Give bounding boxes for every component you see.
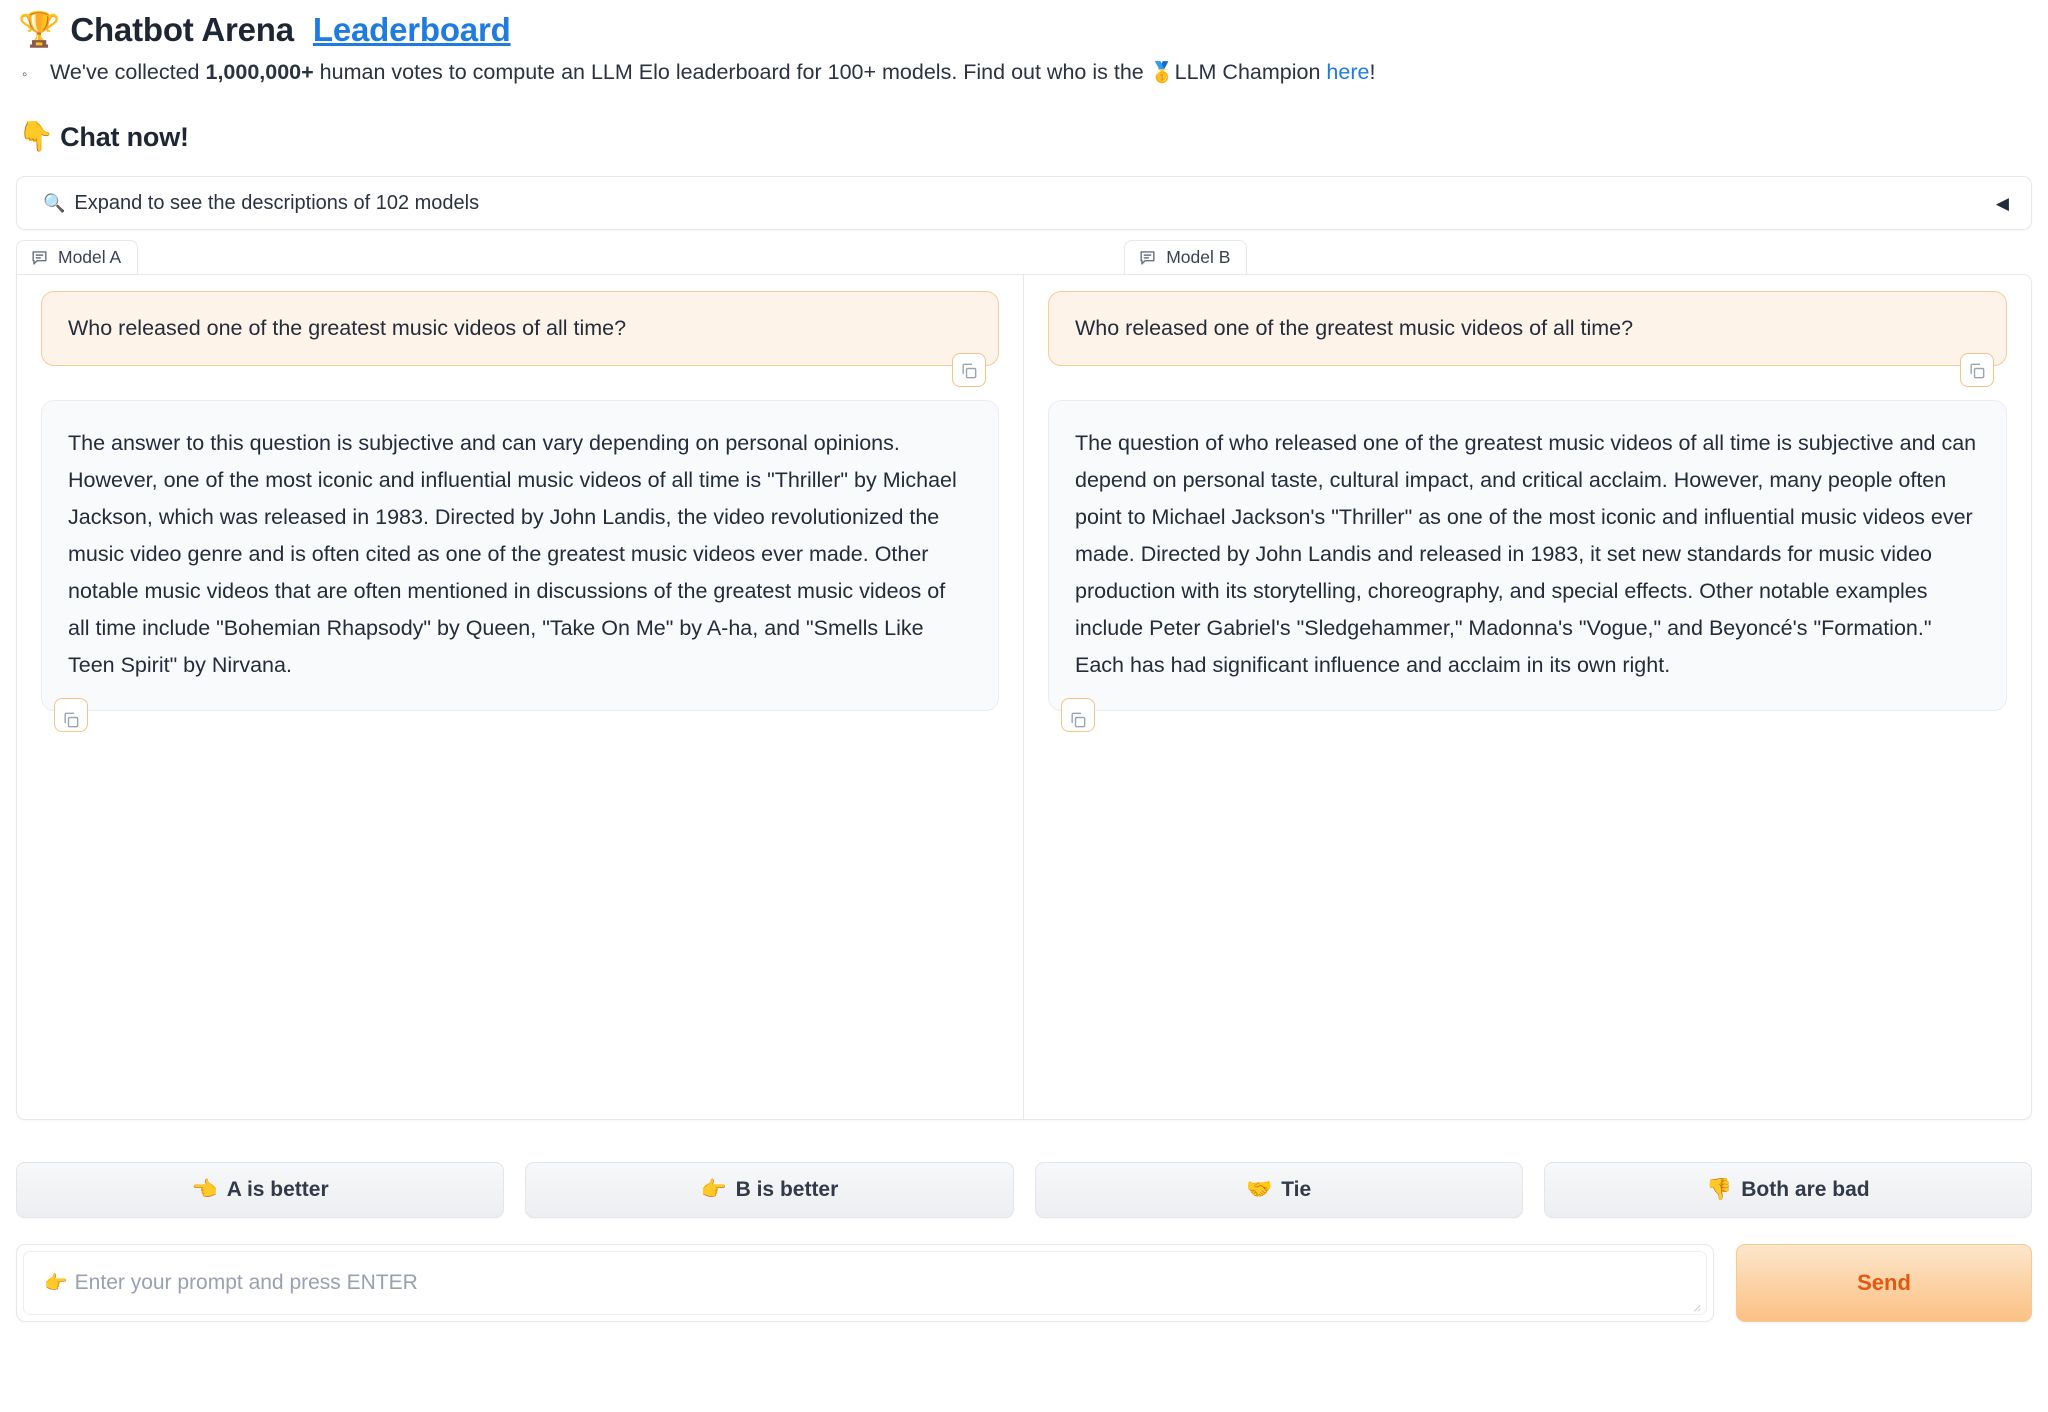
model-b-panel: Who released one of the greatest music v…	[1024, 275, 2031, 1119]
chat-bubble-icon	[30, 248, 49, 267]
prompt-placeholder-text: Enter your prompt and press ENTER	[74, 1271, 418, 1294]
copy-button[interactable]	[1061, 697, 1095, 732]
user-message-a: Who released one of the greatest music v…	[41, 291, 999, 388]
model-descriptions-accordion[interactable]: 🔍 Expand to see the descriptions of 102 …	[16, 176, 2032, 230]
intro-text-middle: human votes to compute an LLM Elo leader…	[313, 60, 1150, 84]
tab-model-a[interactable]: Model A	[16, 240, 139, 274]
search-icon: 🔍	[43, 192, 66, 213]
vote-tie-button[interactable]: 🤝 Tie	[1034, 1162, 1523, 1218]
model-tabs: Model A Model B	[16, 240, 2032, 274]
user-message-a-text: Who released one of the greatest music v…	[68, 316, 627, 340]
vote-both-bad-label: Both are bad	[1741, 1178, 1870, 1201]
handshake-icon: 🤝	[1246, 1178, 1273, 1201]
chat-panels: Who released one of the greatest music v…	[16, 274, 2032, 1120]
vote-tie-label: Tie	[1281, 1178, 1312, 1201]
bullet-marker-icon: ◦	[22, 66, 28, 83]
chevron-left-icon[interactable]: ◀	[1996, 195, 2009, 212]
user-message-b: Who released one of the greatest music v…	[1048, 291, 2007, 388]
intro-text-champion: LLM Champion	[1174, 60, 1327, 84]
point-down-icon: 👇	[18, 121, 55, 153]
vote-a-is-better-label: A is better	[226, 1178, 329, 1201]
chat-bubble-icon	[1138, 248, 1157, 267]
prompt-placeholder: 👉 Enter your prompt and press ENTER	[44, 1271, 418, 1295]
bot-message-a-text: The answer to this question is subjectiv…	[68, 431, 957, 677]
medal-icon: 🥇	[1149, 62, 1175, 84]
copy-icon	[1068, 705, 1088, 728]
prompt-row: 👉 Enter your prompt and press ENTER Send	[16, 1244, 2032, 1322]
thumbs-down-icon: 👎	[1706, 1178, 1733, 1201]
vote-b-is-better-button[interactable]: 👉 B is better	[525, 1162, 1014, 1218]
prompt-box[interactable]: 👉 Enter your prompt and press ENTER	[16, 1244, 1714, 1322]
point-left-icon: 👈	[191, 1178, 218, 1201]
here-link[interactable]: here	[1326, 60, 1369, 84]
intro-text: We've collected 1,000,000+ human votes t…	[50, 60, 1375, 86]
point-right-icon: 👉	[700, 1178, 727, 1201]
model-a-panel: Who released one of the greatest music v…	[17, 275, 1024, 1119]
bot-message-b: The question of who released one of the …	[1048, 400, 2007, 732]
vote-b-is-better-label: B is better	[735, 1178, 839, 1201]
point-right-icon: 👉	[44, 1273, 68, 1294]
app-root: 🏆 Chatbot Arena Leaderboard ◦ We've coll…	[0, 0, 2048, 1412]
resize-handle-icon[interactable]	[1690, 1299, 1701, 1312]
tab-model-b-label: Model B	[1166, 247, 1231, 267]
bot-message-a: The answer to this question is subjectiv…	[41, 400, 999, 732]
copy-icon	[1967, 360, 1987, 380]
bot-message-b-text: The question of who released one of the …	[1075, 431, 1977, 677]
copy-button[interactable]	[952, 353, 986, 388]
trophy-icon: 🏆	[18, 11, 61, 49]
accordion-label: Expand to see the descriptions of 102 mo…	[74, 191, 480, 214]
vote-buttons: 👈 A is better 👉 B is better 🤝 Tie 👎 Both…	[16, 1162, 2032, 1218]
send-button[interactable]: Send	[1736, 1244, 2032, 1322]
intro-text-suffix: !	[1369, 60, 1376, 84]
battle-area: Model A Model B Who released one of the …	[16, 240, 2032, 1120]
user-message-b-text: Who released one of the greatest music v…	[1075, 316, 1634, 340]
copy-icon	[959, 360, 979, 380]
page-title: 🏆 Chatbot Arena Leaderboard	[16, 0, 2032, 52]
copy-icon	[61, 705, 81, 728]
vote-a-is-better-button[interactable]: 👈 A is better	[16, 1162, 505, 1218]
page-title-text: Chatbot Arena	[70, 11, 294, 48]
intro-text-prefix: We've collected	[50, 60, 206, 84]
chat-now-text: Chat now!	[60, 121, 189, 152]
vote-count: 1,000,000+	[205, 60, 314, 84]
tab-model-b[interactable]: Model B	[1124, 240, 1248, 274]
leaderboard-link[interactable]: Leaderboard	[313, 11, 511, 49]
tab-model-a-label: Model A	[58, 247, 122, 267]
prompt-input[interactable]: 👉 Enter your prompt and press ENTER	[23, 1251, 1707, 1315]
vote-both-bad-button[interactable]: 👎 Both are bad	[1543, 1162, 2032, 1218]
copy-button[interactable]	[1960, 353, 1994, 388]
chat-now-heading: 👇 Chat now!	[16, 116, 2032, 158]
copy-button[interactable]	[54, 697, 88, 732]
accordion-label-group: 🔍 Expand to see the descriptions of 102 …	[43, 192, 479, 215]
intro-bullet: ◦ We've collected 1,000,000+ human votes…	[16, 60, 2032, 94]
